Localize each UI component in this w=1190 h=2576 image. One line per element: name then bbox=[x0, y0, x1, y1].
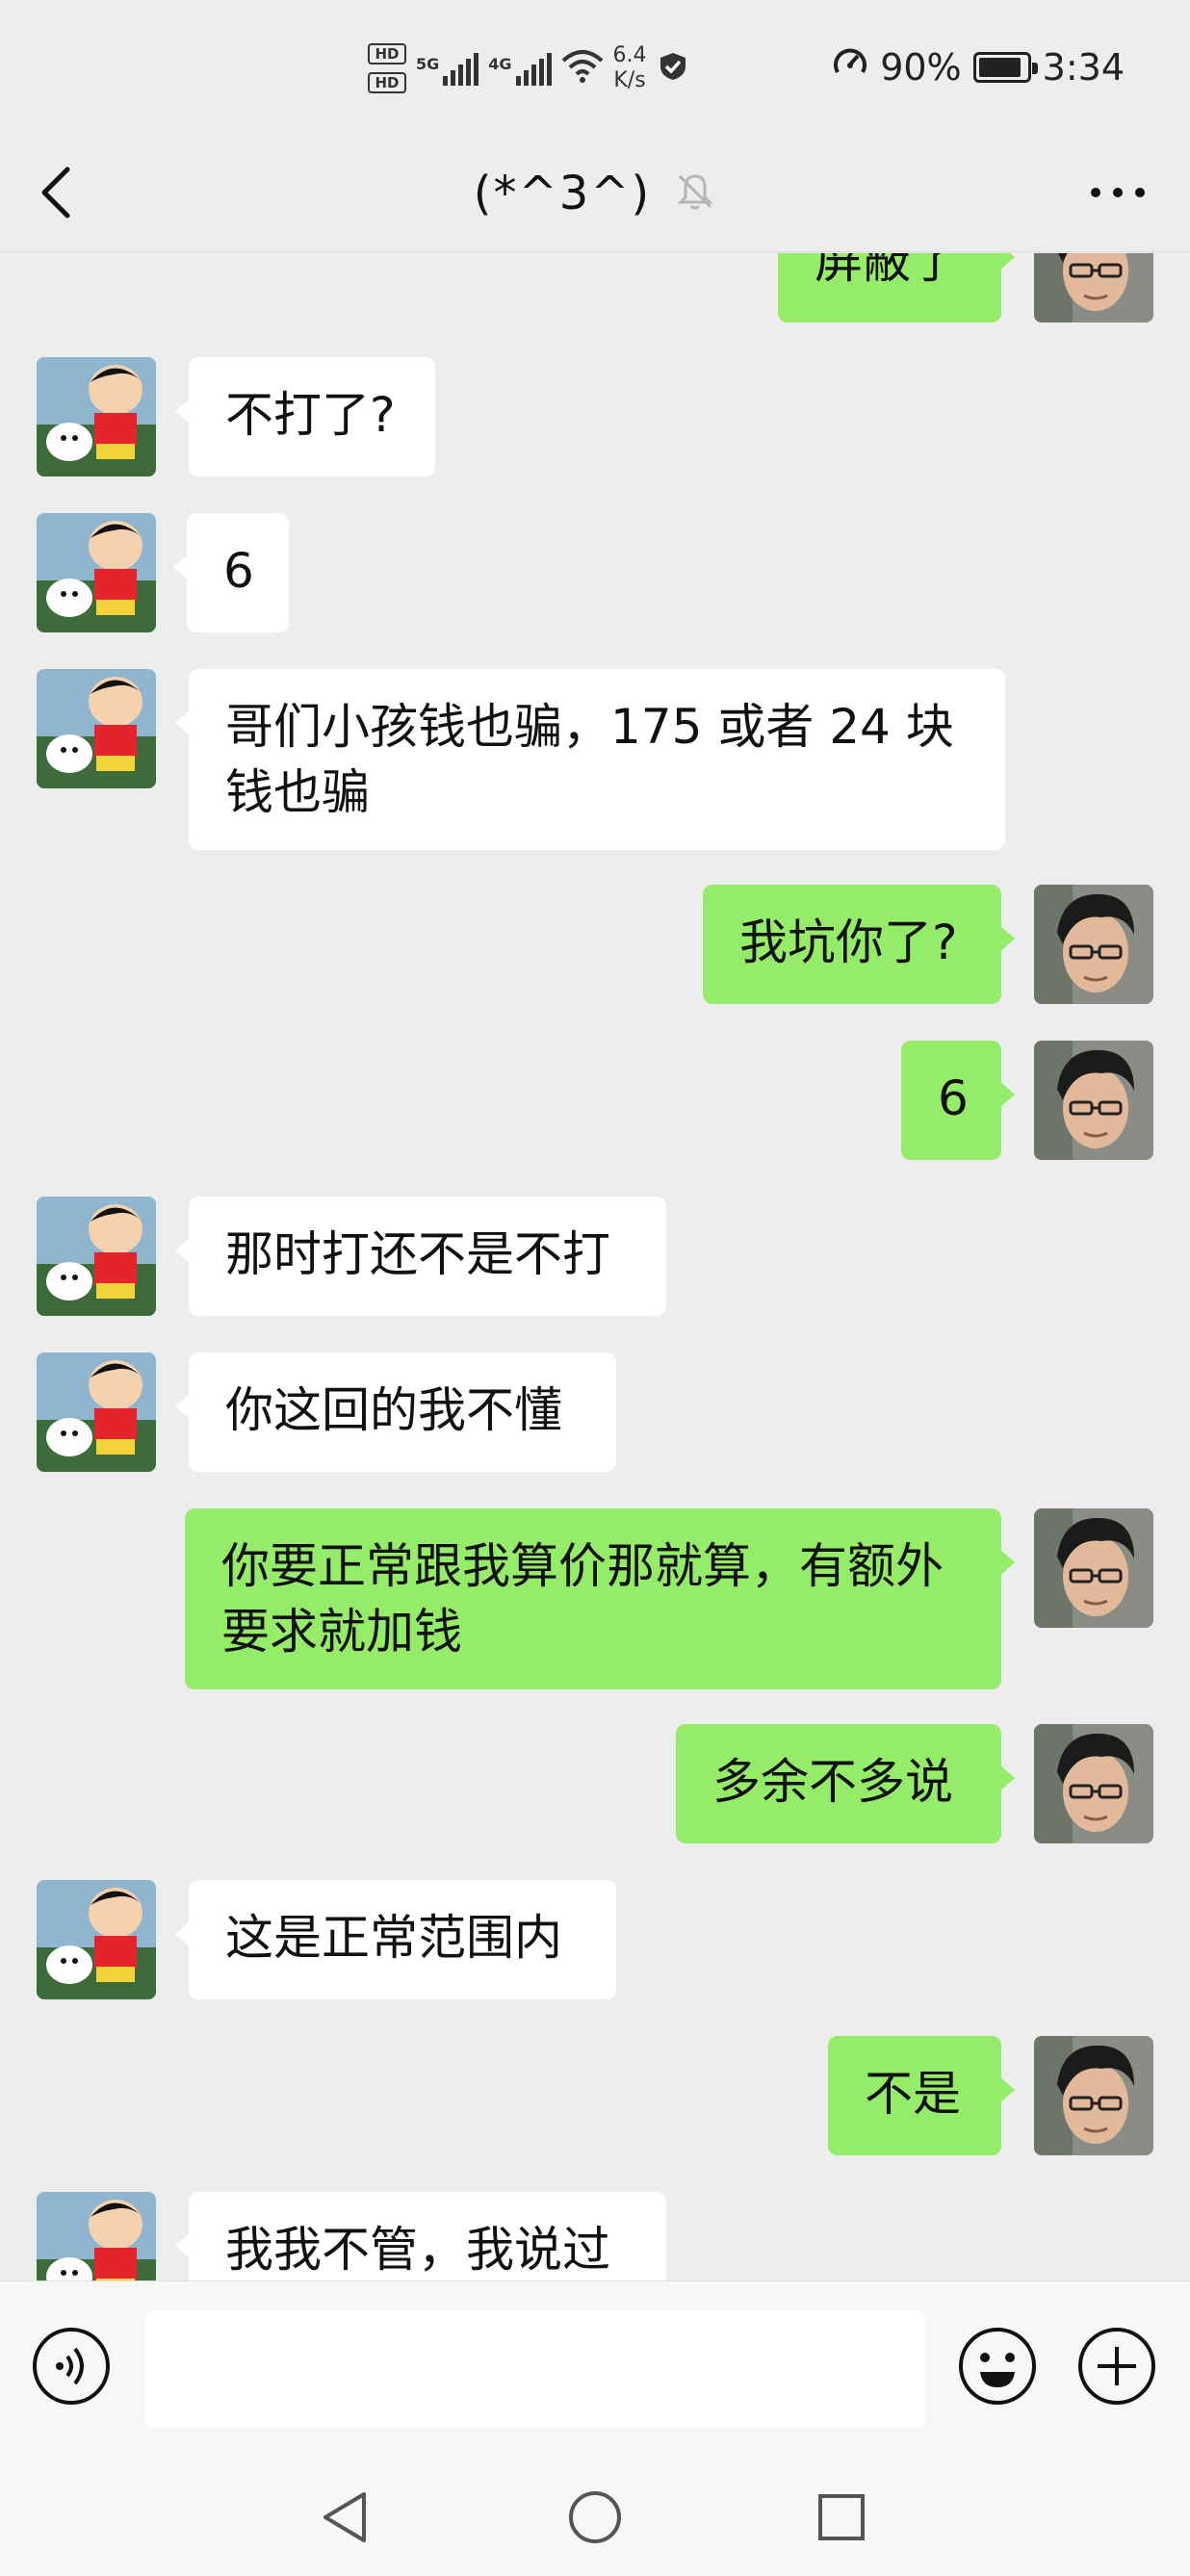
emoji-icon bbox=[959, 2328, 1036, 2405]
more-functions-button[interactable] bbox=[1076, 2326, 1157, 2410]
contact-avatar[interactable] bbox=[37, 1880, 156, 1999]
message-bubble-out[interactable]: 不是 bbox=[828, 2036, 1015, 2155]
message-bubble-in[interactable]: 哥们小孩钱也骗，175 或者 24 块钱也骗 bbox=[175, 669, 1005, 850]
emoji-button[interactable] bbox=[957, 2326, 1038, 2410]
status-bar: HD HD 5G 4G 6.4 K/s 90% 3:34 bbox=[0, 0, 1190, 135]
message-bubble-out[interactable]: 6 bbox=[901, 1041, 1015, 1160]
cartoon-avatar-icon bbox=[37, 357, 156, 477]
hd-badge-1: HD bbox=[368, 43, 406, 64]
hd-badge-2: HD bbox=[368, 72, 406, 93]
contact-avatar[interactable] bbox=[37, 357, 156, 477]
signal-icon: 5G bbox=[416, 51, 479, 86]
data-saver-icon bbox=[832, 45, 868, 90]
message-bubble-in[interactable]: 那时打还不是不打 bbox=[175, 1197, 666, 1316]
message-bubble-out[interactable]: 你要正常跟我算价那就算，有额外要求就加钱 bbox=[185, 1508, 1015, 1689]
speed-unit: K/s bbox=[613, 68, 646, 92]
cartoon-avatar-icon bbox=[37, 1352, 156, 1472]
battery-fill bbox=[978, 58, 1021, 77]
input-bar bbox=[0, 2280, 1190, 2450]
cartoon-avatar-icon bbox=[37, 669, 156, 788]
title-wrap: (*^3^) bbox=[0, 135, 1190, 252]
network-5g-label: 5G bbox=[416, 55, 440, 73]
bell-off-icon bbox=[674, 170, 716, 217]
message-bubble-in[interactable]: 我我不管，我说过 bbox=[175, 2192, 666, 2280]
battery-percent: 90% bbox=[880, 46, 962, 89]
contact-avatar[interactable] bbox=[37, 513, 156, 632]
nav-home-icon bbox=[569, 2491, 621, 2543]
status-right: 90% 3:34 bbox=[832, 39, 1125, 96]
system-nav-bar bbox=[0, 2450, 1190, 2576]
person-avatar-icon bbox=[1034, 2036, 1153, 2155]
wifi-icon bbox=[561, 49, 604, 88]
message-bubble-in[interactable]: 你这回的我不懂 bbox=[175, 1352, 616, 1472]
chat-title: (*^3^) bbox=[473, 167, 652, 220]
cartoon-avatar-icon bbox=[37, 513, 156, 632]
nav-back-button[interactable] bbox=[306, 2479, 383, 2556]
message-bubble-out[interactable]: 我坑你了? bbox=[703, 885, 1015, 1004]
more-dots-icon bbox=[1091, 188, 1145, 197]
voice-button[interactable] bbox=[31, 2326, 112, 2410]
message-bubble-in[interactable]: 这是正常范围内 bbox=[175, 1880, 616, 1999]
clock: 3:34 bbox=[1042, 46, 1125, 89]
message-input[interactable] bbox=[144, 2310, 926, 2428]
nav-back-icon bbox=[323, 2492, 366, 2542]
message-bubble-in[interactable]: 6 bbox=[173, 513, 289, 632]
person-avatar-icon bbox=[1034, 1508, 1153, 1628]
message-bubble-in[interactable]: 不打了? bbox=[175, 357, 435, 477]
contact-avatar[interactable] bbox=[37, 1197, 156, 1316]
voice-icon bbox=[33, 2328, 110, 2405]
person-avatar-icon bbox=[1034, 253, 1153, 322]
shield-check-icon bbox=[657, 50, 689, 87]
plus-icon bbox=[1078, 2328, 1155, 2405]
message-bubble-out[interactable]: 多余不多说 bbox=[676, 1724, 1015, 1843]
signal-icon-2: 4G bbox=[488, 51, 552, 86]
my-avatar[interactable] bbox=[1034, 885, 1153, 1004]
network-4g-label: 4G bbox=[488, 55, 512, 73]
nav-recents-icon bbox=[818, 2494, 865, 2540]
my-avatar[interactable] bbox=[1034, 1508, 1153, 1628]
network-speed: 6.4 K/s bbox=[613, 43, 647, 93]
my-avatar[interactable] bbox=[1034, 1724, 1153, 1843]
person-avatar-icon bbox=[1034, 1041, 1153, 1160]
signal-bars-1 bbox=[443, 51, 479, 86]
cartoon-avatar-icon bbox=[37, 1880, 156, 1999]
signal-bars-2 bbox=[515, 51, 552, 86]
chat-area[interactable]: 屏蔽了 不打了? 6 哥们小孩钱也骗，175 或者 24 块钱也骗 我坑你了? … bbox=[0, 253, 1190, 2280]
contact-avatar[interactable] bbox=[37, 669, 156, 788]
message-bubble-out[interactable]: 屏蔽了 bbox=[778, 253, 1015, 322]
my-avatar[interactable] bbox=[1034, 2036, 1153, 2155]
more-button[interactable] bbox=[1084, 164, 1151, 221]
nav-recents-button[interactable] bbox=[803, 2479, 880, 2556]
battery-icon bbox=[972, 52, 1038, 83]
person-avatar-icon bbox=[1034, 885, 1153, 1004]
my-avatar[interactable] bbox=[1034, 1041, 1153, 1160]
contact-avatar[interactable] bbox=[37, 2192, 156, 2280]
status-center: HD HD 5G 4G 6.4 K/s bbox=[368, 35, 689, 102]
my-avatar[interactable] bbox=[1034, 253, 1153, 322]
person-avatar-icon bbox=[1034, 1724, 1153, 1843]
hd-indicators: HD HD bbox=[368, 43, 406, 93]
chat-header: (*^3^) bbox=[0, 135, 1190, 252]
contact-avatar[interactable] bbox=[37, 1352, 156, 1472]
nav-home-button[interactable] bbox=[556, 2479, 634, 2556]
cartoon-avatar-icon bbox=[37, 2192, 156, 2280]
cartoon-avatar-icon bbox=[37, 1197, 156, 1316]
speed-value: 6.4 bbox=[612, 43, 647, 67]
